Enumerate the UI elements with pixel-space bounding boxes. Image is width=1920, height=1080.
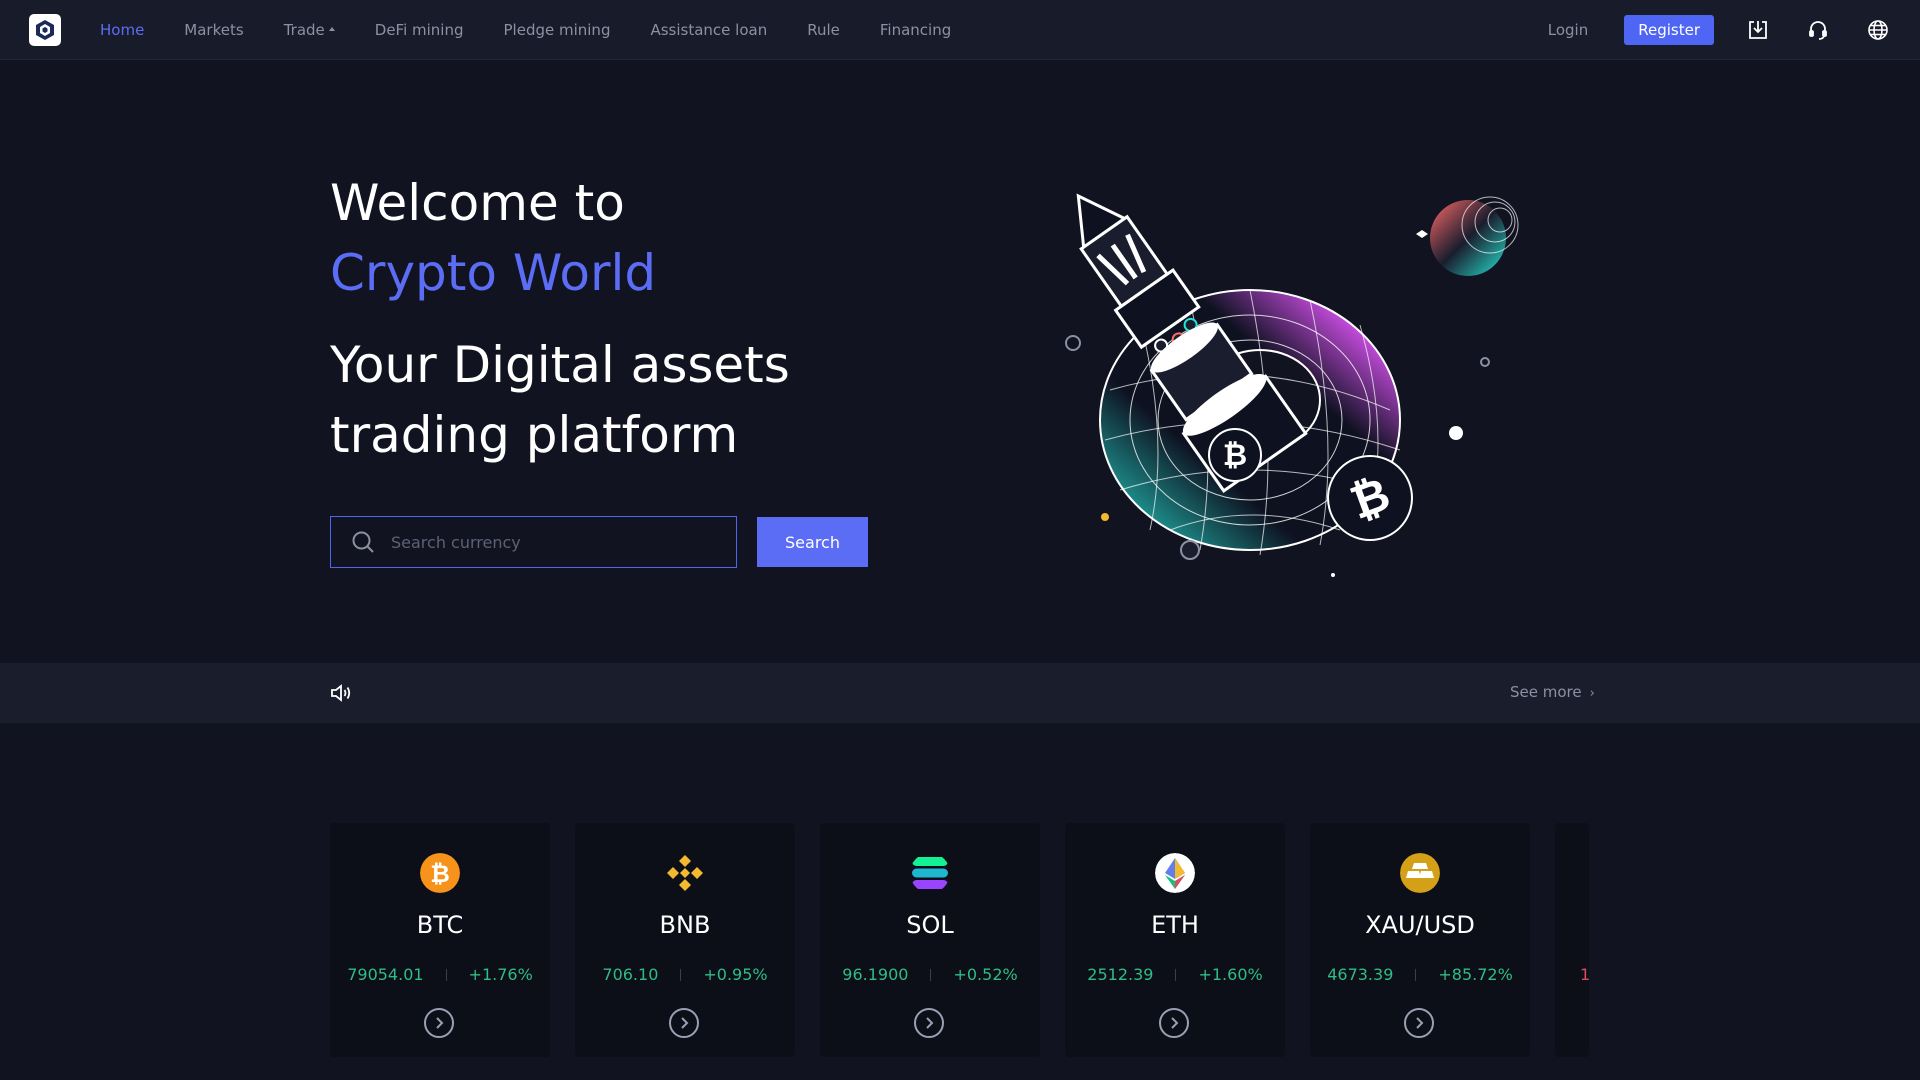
coin-stats: 2512.39 +1.60% xyxy=(1065,965,1285,984)
divider xyxy=(1415,968,1417,981)
coin-change: +1.76% xyxy=(468,965,533,984)
coin-card-btc[interactable]: ₿ BTC 79054.01 +1.76% xyxy=(330,823,550,1057)
announcement-bar: See more › xyxy=(0,663,1920,723)
coin-name: BTC xyxy=(416,911,464,939)
coin-change: +1.60% xyxy=(1198,965,1263,984)
nav-markets[interactable]: Markets xyxy=(184,21,243,39)
register-button[interactable]: Register xyxy=(1624,15,1714,45)
search-button[interactable]: Search xyxy=(757,517,868,567)
hero-line-crypto-world: Crypto World xyxy=(330,244,657,302)
coin-cards: ₿ BTC 79054.01 +1.76% BNB 706.10 +0.95% xyxy=(330,823,1590,1057)
crypto-hero-illustration: ₿ ₿ xyxy=(1065,193,1519,577)
main-nav: Home Markets Trade DeFi mining Pledge mi… xyxy=(80,0,991,60)
divider xyxy=(1175,968,1177,981)
nav-financing[interactable]: Financing xyxy=(880,21,951,39)
nav-actions: Login Register xyxy=(1548,0,1920,60)
coin-stats: 706.10 +0.95% xyxy=(575,965,795,984)
nav-trade[interactable]: Trade xyxy=(284,21,335,39)
hero-line-welcome: Welcome to xyxy=(330,174,625,232)
nav-defi-mining[interactable]: DeFi mining xyxy=(375,21,464,39)
divider xyxy=(445,968,447,981)
search-box xyxy=(330,516,737,568)
chevron-right-circle-icon[interactable] xyxy=(669,1008,699,1038)
nav-home[interactable]: Home xyxy=(100,21,144,39)
coin-card-partial[interactable]: 1. xyxy=(1555,823,1590,1057)
eth-icon xyxy=(1155,853,1195,893)
bnb-icon xyxy=(667,855,703,891)
coin-price: 96.1900 xyxy=(842,965,909,984)
hero-line-digital-assets: Your Digital assets xyxy=(330,336,790,394)
coin-card-bnb[interactable]: BNB 706.10 +0.95% xyxy=(575,823,795,1057)
site-logo[interactable] xyxy=(29,14,61,46)
download-icon[interactable] xyxy=(1744,16,1772,44)
headset-icon[interactable] xyxy=(1804,16,1832,44)
chevron-right-icon: › xyxy=(1589,686,1595,701)
nav-pledge-mining[interactable]: Pledge mining xyxy=(504,21,611,39)
chevron-right-circle-icon[interactable] xyxy=(914,1008,944,1038)
svg-text:₿: ₿ xyxy=(430,860,450,888)
coin-change: +0.52% xyxy=(953,965,1018,984)
nav-rule[interactable]: Rule xyxy=(807,21,840,39)
coin-card-xau-usd[interactable]: XAU/USD 4673.39 +85.72% xyxy=(1310,823,1530,1057)
chevron-right-circle-icon[interactable] xyxy=(1404,1008,1434,1038)
coin-price: 1. xyxy=(1580,965,1590,984)
globe-icon[interactable] xyxy=(1864,16,1892,44)
coin-name: SOL xyxy=(906,911,954,939)
bitcoin-coin-small: ₿ xyxy=(1208,428,1262,482)
btc-icon: ₿ xyxy=(420,853,460,893)
hero-heading: Welcome to Crypto World Your Digital ass… xyxy=(330,168,790,470)
see-more-label: See more xyxy=(1510,683,1582,701)
search-input[interactable] xyxy=(391,532,691,552)
divider xyxy=(930,968,932,981)
svg-text:₿: ₿ xyxy=(1223,438,1247,473)
see-more-link[interactable]: See more › xyxy=(1510,683,1595,701)
coin-change: +85.72% xyxy=(1438,965,1513,984)
coin-stats: 4673.39 +85.72% xyxy=(1310,965,1530,984)
gold-icon xyxy=(1400,853,1440,893)
coin-name: ETH xyxy=(1151,911,1199,939)
planet-shape xyxy=(1416,196,1519,276)
hero-line-trading-platform: trading platform xyxy=(330,406,739,464)
coin-name: XAU/USD xyxy=(1365,911,1475,939)
coin-change: +0.95% xyxy=(703,965,768,984)
chevron-right-circle-icon[interactable] xyxy=(424,1008,454,1038)
chevron-right-circle-icon[interactable] xyxy=(1159,1008,1189,1038)
search-icon xyxy=(352,531,374,553)
coin-card-sol[interactable]: SOL 96.1900 +0.52% xyxy=(820,823,1040,1057)
coin-price: 706.10 xyxy=(602,965,659,984)
nav-assistance-loan[interactable]: Assistance loan xyxy=(650,21,767,39)
top-navbar: Home Markets Trade DeFi mining Pledge mi… xyxy=(0,0,1920,60)
sol-icon xyxy=(912,857,948,889)
coin-price: 4673.39 xyxy=(1327,965,1394,984)
login-link[interactable]: Login xyxy=(1548,21,1588,39)
coin-name: BNB xyxy=(659,911,711,939)
nav-trade-label: Trade xyxy=(283,21,325,39)
coin-stats: 79054.01 +1.76% xyxy=(330,965,550,984)
bitcoin-coin-large: ₿ xyxy=(1327,455,1413,541)
divider xyxy=(680,968,682,981)
speaker-icon xyxy=(329,681,353,709)
caret-up-icon xyxy=(328,26,335,31)
coin-card-eth[interactable]: ETH 2512.39 +1.60% xyxy=(1065,823,1285,1057)
coin-price: 79054.01 xyxy=(347,965,424,984)
coin-stats: 96.1900 +0.52% xyxy=(820,965,1040,984)
coin-price: 2512.39 xyxy=(1087,965,1154,984)
